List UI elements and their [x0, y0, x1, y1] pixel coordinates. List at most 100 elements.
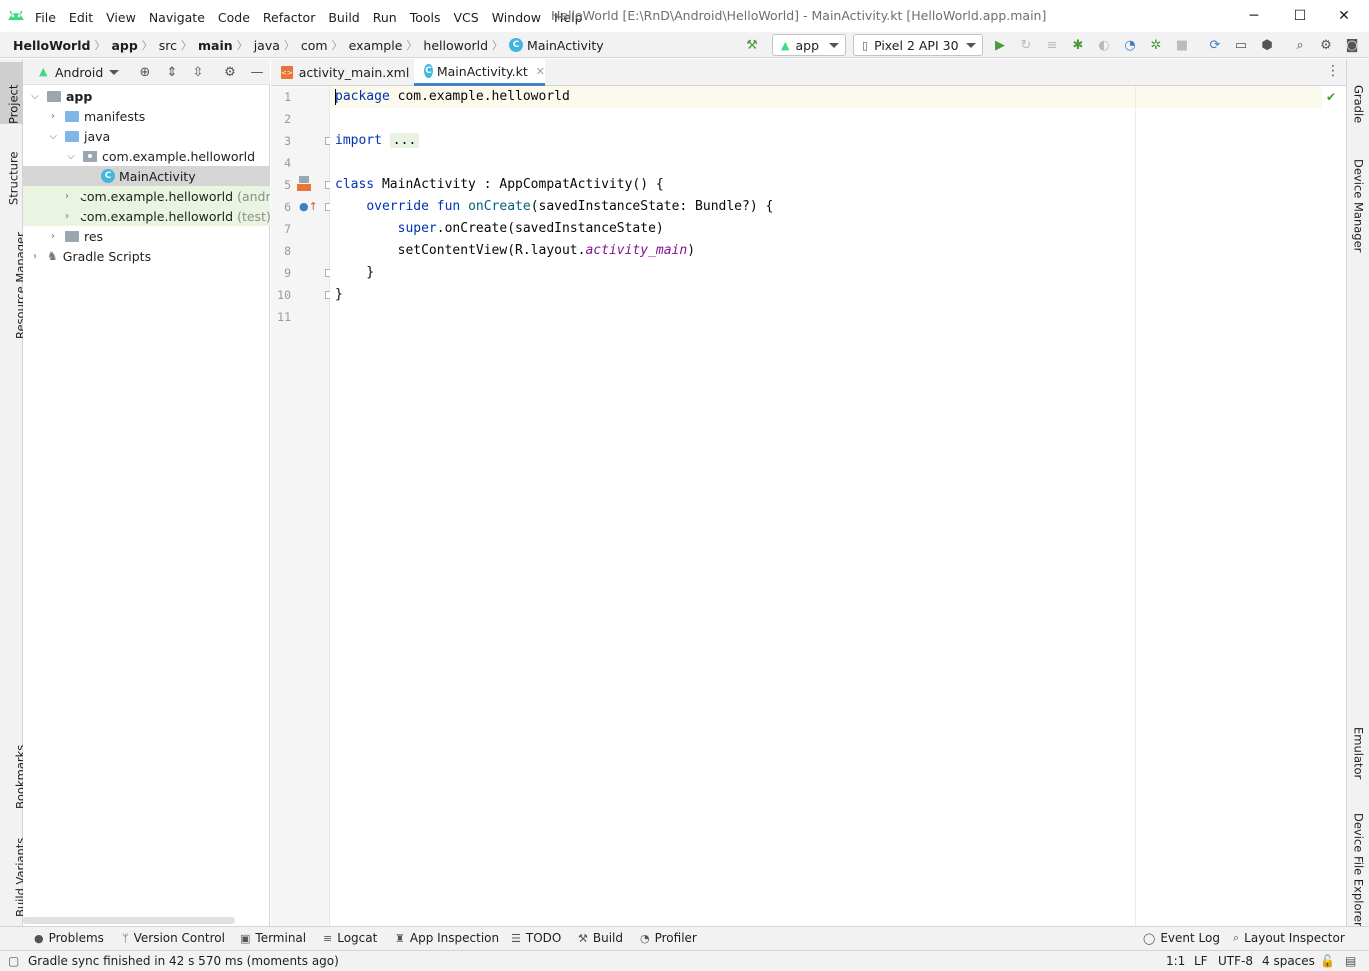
tree-item-res[interactable]: › res	[23, 226, 270, 246]
tree-item-package-main[interactable]: ⌵ com.example.helloworld	[23, 146, 270, 166]
menu-run[interactable]: Run	[373, 10, 397, 25]
status-message[interactable]: Gradle sync finished in 42 s 570 ms (mom…	[28, 954, 339, 968]
tree-item-java[interactable]: ⌵ java	[23, 126, 270, 146]
breadcrumb-file[interactable]: MainActivity	[527, 38, 604, 53]
attach-debugger-icon[interactable]: ✲	[1148, 37, 1164, 53]
tree-item-package-androidtest[interactable]: › com.example.helloworld (andro	[23, 186, 270, 206]
chevron-down-icon[interactable]: ⌵	[47, 131, 59, 142]
collapse-all-icon[interactable]: ⇳	[190, 64, 206, 80]
maximize-button[interactable]: ☐	[1277, 0, 1323, 32]
tree-item-package-test[interactable]: › com.example.helloworld (test)	[23, 206, 270, 226]
tab-structure[interactable]: Structure	[0, 135, 23, 206]
project-view-select[interactable]: Android	[55, 65, 103, 80]
breadcrumb-example[interactable]: example	[349, 38, 403, 53]
close-button[interactable]: ✕	[1321, 0, 1367, 32]
tab-problems[interactable]: ● Problems	[34, 931, 104, 945]
tree-item-app[interactable]: ⌵ app	[23, 86, 270, 106]
apply-changes-restart-icon[interactable]: ↻	[1018, 37, 1034, 53]
tab-layout-inspector[interactable]: ⌕ Layout Inspector	[1233, 931, 1345, 945]
apply-code-changes-icon[interactable]: ≡	[1044, 37, 1060, 53]
debug-icon[interactable]: ✱	[1070, 37, 1086, 53]
code-editor[interactable]: package com.example.helloworld import ..…	[330, 86, 1346, 926]
chevron-right-icon[interactable]: ›	[47, 111, 59, 122]
run-with-coverage-icon[interactable]: ◐	[1096, 37, 1112, 53]
chevron-right-icon[interactable]: ›	[47, 231, 59, 242]
run-icon[interactable]: ▶	[992, 37, 1008, 53]
breadcrumb-project[interactable]: HelloWorld	[13, 38, 90, 53]
breadcrumb-module[interactable]: app	[111, 38, 137, 53]
menu-code[interactable]: Code	[218, 10, 250, 25]
tab-emulator[interactable]: Emulator	[1347, 711, 1369, 781]
notifications-icon[interactable]: ▤	[1345, 954, 1356, 968]
lock-icon[interactable]: 🔓	[1320, 954, 1335, 968]
sdk-manager-icon[interactable]: ⬢	[1259, 37, 1275, 53]
tab-bookmarks[interactable]: Bookmarks	[0, 727, 28, 809]
sync-gradle-icon[interactable]: ⟳	[1207, 37, 1223, 53]
tab-build[interactable]: ⚒ Build	[578, 931, 623, 945]
tab-resource-manager[interactable]: Resource Manager	[0, 221, 28, 339]
tree-item-mainactivity[interactable]: C MainActivity	[23, 166, 270, 186]
override-method-icon[interactable]: ●↑	[299, 200, 318, 213]
tab-app-inspection[interactable]: ♜ App Inspection	[395, 931, 499, 945]
horizontal-scrollbar[interactable]	[23, 917, 235, 924]
indent-setting[interactable]: 4 spaces	[1262, 954, 1315, 968]
menu-file[interactable]: File	[35, 10, 56, 25]
caret-position[interactable]: 1:1	[1166, 954, 1185, 968]
close-icon[interactable]: ✕	[536, 65, 545, 78]
tab-mainactivity-kt[interactable]: C MainActivity.kt ✕	[414, 59, 545, 86]
line-separator[interactable]: LF	[1194, 954, 1208, 968]
chevron-right-icon[interactable]: ›	[65, 211, 69, 222]
breadcrumb-helloworld[interactable]: helloworld	[423, 38, 488, 53]
tab-project[interactable]: Project	[0, 62, 23, 124]
tab-version-control[interactable]: ᛘ Version Control	[122, 931, 225, 945]
device-manager-icon[interactable]: ▭	[1233, 37, 1249, 53]
tab-device-file-explorer[interactable]: Device File Explorer	[1347, 797, 1369, 927]
tab-activity-main-xml[interactable]: <> activity_main.xml ✕	[271, 59, 427, 86]
breadcrumb-src[interactable]: src	[159, 38, 177, 53]
chevron-right-icon[interactable]: ›	[65, 191, 69, 202]
related-layout-icon[interactable]	[297, 176, 311, 192]
chevron-down-icon[interactable]	[109, 70, 119, 75]
menu-navigate[interactable]: Navigate	[149, 10, 205, 25]
stop-icon[interactable]: ■	[1174, 37, 1190, 53]
no-problems-check-icon[interactable]: ✔	[1326, 90, 1336, 104]
search-icon[interactable]: ⌕	[1292, 37, 1308, 53]
make-project-hammer-icon[interactable]: ⚒	[744, 37, 760, 53]
menu-refactor[interactable]: Refactor	[263, 10, 315, 25]
device-select[interactable]: ▯ Pixel 2 API 30	[853, 34, 983, 56]
file-encoding[interactable]: UTF-8	[1218, 954, 1253, 968]
tab-logcat[interactable]: ≡ Logcat	[323, 931, 377, 945]
gear-icon[interactable]: ⚙	[222, 64, 238, 80]
chevron-right-icon[interactable]: ›	[29, 251, 41, 262]
more-tabs-icon[interactable]: ⋮	[1326, 63, 1340, 79]
gear-icon[interactable]: ⚙	[1318, 37, 1334, 53]
breadcrumb-java[interactable]: java	[254, 38, 280, 53]
menu-tools[interactable]: Tools	[410, 10, 441, 25]
chevron-down-icon[interactable]: ⌵	[29, 91, 41, 102]
tab-event-log[interactable]: ◯ Event Log	[1143, 931, 1220, 945]
tab-device-manager[interactable]: Device Manager	[1347, 143, 1369, 252]
expand-all-icon[interactable]: ⇕	[164, 64, 180, 80]
tree-item-manifests[interactable]: › manifests	[23, 106, 270, 126]
tab-gradle[interactable]: Gradle	[1347, 69, 1369, 127]
menu-edit[interactable]: Edit	[69, 10, 93, 25]
tab-terminal[interactable]: ▣ Terminal	[240, 931, 306, 945]
tab-profiler[interactable]: ◔ Profiler	[640, 931, 697, 945]
menu-vcs[interactable]: VCS	[454, 10, 479, 25]
profile-icon[interactable]: ◔	[1122, 37, 1138, 53]
folded-imports[interactable]: ...	[389, 133, 420, 148]
user-icon[interactable]: ◙	[1344, 37, 1360, 53]
menu-view[interactable]: View	[106, 10, 136, 25]
minimize-button[interactable]: ─	[1231, 0, 1277, 32]
tree-item-gradle-scripts[interactable]: › ♞ Gradle Scripts	[23, 246, 270, 266]
menu-window[interactable]: Window	[492, 10, 541, 25]
toggle-tool-windows-icon[interactable]: ▢	[8, 954, 19, 968]
hide-icon[interactable]: —	[249, 64, 265, 80]
breadcrumb-com[interactable]: com	[301, 38, 328, 53]
menu-build[interactable]: Build	[328, 10, 359, 25]
run-config-select[interactable]: ▲ app	[772, 34, 846, 56]
tab-todo[interactable]: ☰ TODO	[511, 931, 561, 945]
chevron-down-icon[interactable]: ⌵	[65, 151, 77, 162]
breadcrumb-main[interactable]: main	[198, 38, 233, 53]
select-opened-file-icon[interactable]: ⊕	[137, 64, 153, 80]
